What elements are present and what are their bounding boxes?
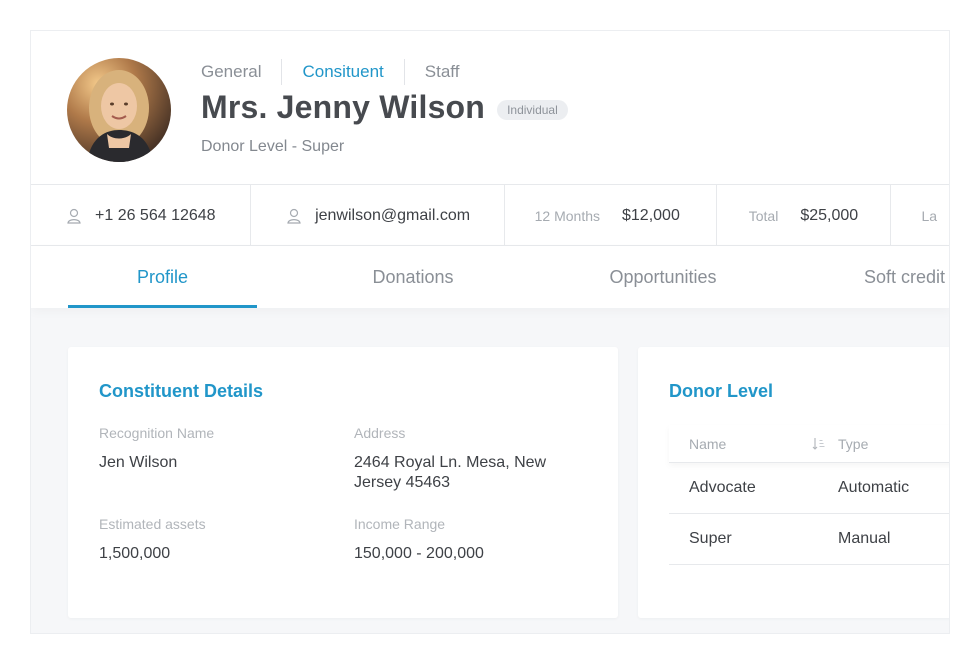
column-header-name[interactable]: Name xyxy=(669,436,838,452)
user-icon xyxy=(287,208,301,224)
role-tab-general[interactable]: General xyxy=(201,59,281,85)
donor-level-card: Donor Level Name Type Advocate Automatic… xyxy=(638,347,949,618)
field-value: 150,000 - 200,000 xyxy=(354,545,484,562)
cell-type: Automatic xyxy=(838,479,910,496)
total-label: Total xyxy=(748,207,779,224)
tab-label: Profile xyxy=(136,267,189,287)
table-header: Name Type xyxy=(669,425,949,463)
stat-phone: +1 26 564 12648 xyxy=(31,185,252,246)
table-row[interactable]: Super Manual xyxy=(669,514,949,565)
field-value: 2464 Royal Ln. Mesa, New Jersey 45463 xyxy=(354,454,547,491)
cell-name: Advocate xyxy=(689,479,756,496)
field-label: Address xyxy=(354,425,406,441)
field-value: 1,500,000 xyxy=(99,545,171,562)
months-label: 12 Months xyxy=(534,207,600,224)
estimated-assets-field: Estimated assets 1,500,000 xyxy=(99,516,206,564)
constituent-name: Mrs. Jenny Wilson xyxy=(201,89,486,125)
tab-profile[interactable]: Profile xyxy=(68,246,257,308)
constituent-profile-panel: General Consituent Staff Mrs. Jenny Wils… xyxy=(30,30,950,634)
field-label: Estimated assets xyxy=(99,516,206,532)
constituent-details-card: Constituent Details Recognition Name Jen… xyxy=(68,347,618,618)
stat-12-months: 12 Months $12,000 xyxy=(505,185,717,246)
cell-name: Super xyxy=(689,530,732,547)
card-title: Constituent Details xyxy=(99,381,264,401)
active-tab-indicator xyxy=(68,305,257,308)
total-value: $25,000 xyxy=(800,206,859,224)
field-label: Income Range xyxy=(354,516,446,532)
recognition-name-field: Recognition Name Jen Wilson xyxy=(99,425,214,473)
stat-total: Total $25,000 xyxy=(717,185,892,246)
cell-type: Manual xyxy=(838,530,891,547)
status-badge: Individual xyxy=(497,99,568,120)
stat-truncated: La xyxy=(891,185,949,246)
column-header-type[interactable]: Type xyxy=(838,436,949,452)
stats-bar: +1 26 564 12648 jenwilson@gmail.com 12 M… xyxy=(31,185,949,246)
months-value: $12,000 xyxy=(622,206,680,224)
main-tabs: Profile Donations Opportunities Soft cre… xyxy=(31,246,949,308)
name-row: Mrs. Jenny Wilson Individual xyxy=(201,89,568,126)
card-title: Donor Level xyxy=(669,381,774,401)
role-tab-constituent[interactable]: Consituent xyxy=(281,59,403,85)
role-tabs: General Consituent Staff xyxy=(201,59,479,85)
phone-number[interactable]: +1 26 564 12648 xyxy=(95,207,216,225)
tab-soft-credit[interactable]: Soft credit xyxy=(839,246,949,308)
donor-level-table: Name Type Advocate Automatic Super Manua… xyxy=(669,425,949,565)
column-label: Name xyxy=(689,435,727,452)
stat-email: jenwilson@gmail.com xyxy=(251,185,505,246)
field-value: Jen Wilson xyxy=(99,454,178,471)
truncated-label: La xyxy=(921,207,938,224)
profile-header: General Consituent Staff Mrs. Jenny Wils… xyxy=(31,31,949,185)
user-icon xyxy=(67,208,81,224)
role-tab-staff[interactable]: Staff xyxy=(403,59,480,85)
table-row[interactable]: Advocate Automatic xyxy=(669,463,949,514)
email-address[interactable]: jenwilson@gmail.com xyxy=(315,207,470,225)
income-range-field: Income Range 150,000 - 200,000 xyxy=(354,516,484,564)
address-field: Address 2464 Royal Ln. Mesa, New Jersey … xyxy=(354,425,574,493)
donor-level-subtitle: Donor Level - Super xyxy=(201,138,345,155)
tab-opportunities[interactable]: Opportunities xyxy=(571,246,755,308)
tab-donations[interactable]: Donations xyxy=(321,246,505,308)
field-label: Recognition Name xyxy=(99,425,215,441)
avatar xyxy=(67,58,171,162)
sort-icon[interactable] xyxy=(812,437,826,451)
